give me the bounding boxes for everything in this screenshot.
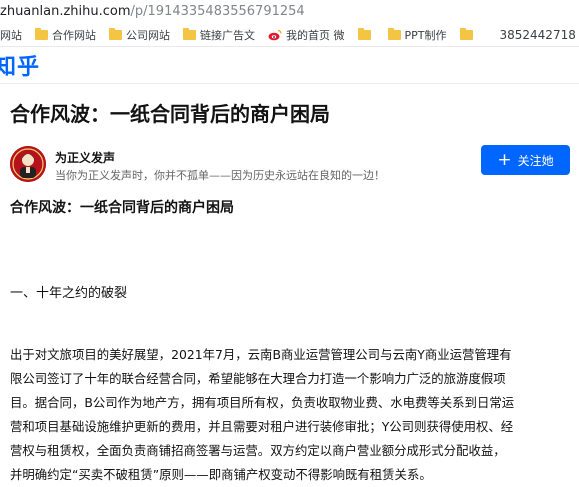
follow-label: 关注她: [517, 153, 554, 168]
paragraph-line: 并明确约定“买卖不破租赁”原则——即商铺产权变动不得影响既有租赁关系。: [10, 467, 432, 482]
bookmark-folder[interactable]: 公司网站: [109, 27, 170, 43]
paragraph-line: 目。据合同，B公司作为地产方，拥有项目所有权，负责收取物业费、水电费等关系到日常…: [10, 395, 515, 410]
weibo-icon: [268, 29, 282, 41]
article-body: 合作风波：一纸合同背后的商户困局 一、十年之约的破裂 出于对文旅项目的美好展望，…: [10, 197, 572, 482]
folder-icon: [183, 28, 196, 40]
url-host: zhuanlan.zhihu.com: [0, 4, 131, 19]
follow-button[interactable]: + 关注她: [481, 145, 570, 175]
bookmark-folder[interactable]: PPT制作: [387, 27, 447, 43]
paragraph-line: 限公司签订了十年的联合经营合同，希望能够在大理合力打造一个影响力广泛的旅游度假项: [10, 371, 506, 386]
bookmarks-bar: 网站 合作网站 公司网站 链接广告文 我的首页 微 PPT制作 38524427…: [0, 24, 579, 47]
bookmark-number[interactable]: 3852442718: [500, 28, 576, 42]
article-title: 合作风波：一纸合同背后的商户困局: [10, 102, 330, 126]
paragraph-line: 出于对文旅项目的美好展望，2021年7月，云南B商业运营管理公司与云南Y商业运营…: [10, 347, 512, 362]
bookmark-label: 合作网站: [52, 29, 96, 42]
bookmark-item[interactable]: 网站: [0, 27, 22, 43]
bookmark-label: 链接广告文: [200, 29, 255, 42]
bookmark-folder[interactable]: 链接广告文: [183, 27, 255, 43]
address-bar[interactable]: zhuanlan.zhihu.com/p/1914335483556791254: [0, 0, 579, 24]
bookmark-label: 公司网站: [126, 29, 170, 42]
avatar-image-icon: [10, 146, 46, 182]
url-path: /p/1914335483556791254: [130, 4, 305, 19]
site-header: 知乎: [0, 47, 579, 84]
section-title: 一、十年之约的破裂: [10, 286, 128, 301]
author-name[interactable]: 为正义发声: [55, 149, 115, 166]
bookmark-folder[interactable]: 合作网站: [35, 27, 96, 43]
folder-icon: [387, 28, 401, 40]
plus-icon: +: [497, 149, 512, 170]
folder-icon: [109, 28, 122, 40]
author-bio: 当你为正义发声时，你并不孤单——因为历史永远站在良知的一边！: [55, 169, 385, 182]
author-card: 为正义发声 当你为正义发声时，你并不孤单——因为历史永远站在良知的一边！ + 关…: [10, 145, 570, 186]
bookmark-label: 网站: [0, 29, 22, 42]
avatar[interactable]: [10, 146, 46, 182]
bookmark-folder[interactable]: [357, 28, 375, 40]
paragraph-line: 营和项目基础设施维护更新的费用，并且需要对租户进行装修审批；Y公司则获得使用权、…: [10, 419, 514, 434]
folder-icon: [357, 28, 371, 40]
article-paragraph: 出于对文旅项目的美好展望，2021年7月，云南B商业运营管理公司与云南Y商业运营…: [10, 343, 575, 487]
article-subheading: 合作风波：一纸合同背后的商户困局: [10, 200, 234, 216]
folder-icon: [459, 28, 473, 40]
bookmark-label: PPT制作: [404, 29, 447, 42]
zhihu-logo[interactable]: 知乎: [0, 49, 40, 81]
bookmark-item[interactable]: 我的首页 微: [268, 27, 345, 43]
paragraph-line: 营权与租赁权，全面负责商铺招商签署与运营。双方约定以商户营业额分成形式分配收益，: [10, 443, 506, 458]
bookmark-label: 我的首页 微: [286, 29, 345, 42]
bookmark-folder[interactable]: [459, 28, 477, 40]
folder-icon: [35, 28, 48, 40]
